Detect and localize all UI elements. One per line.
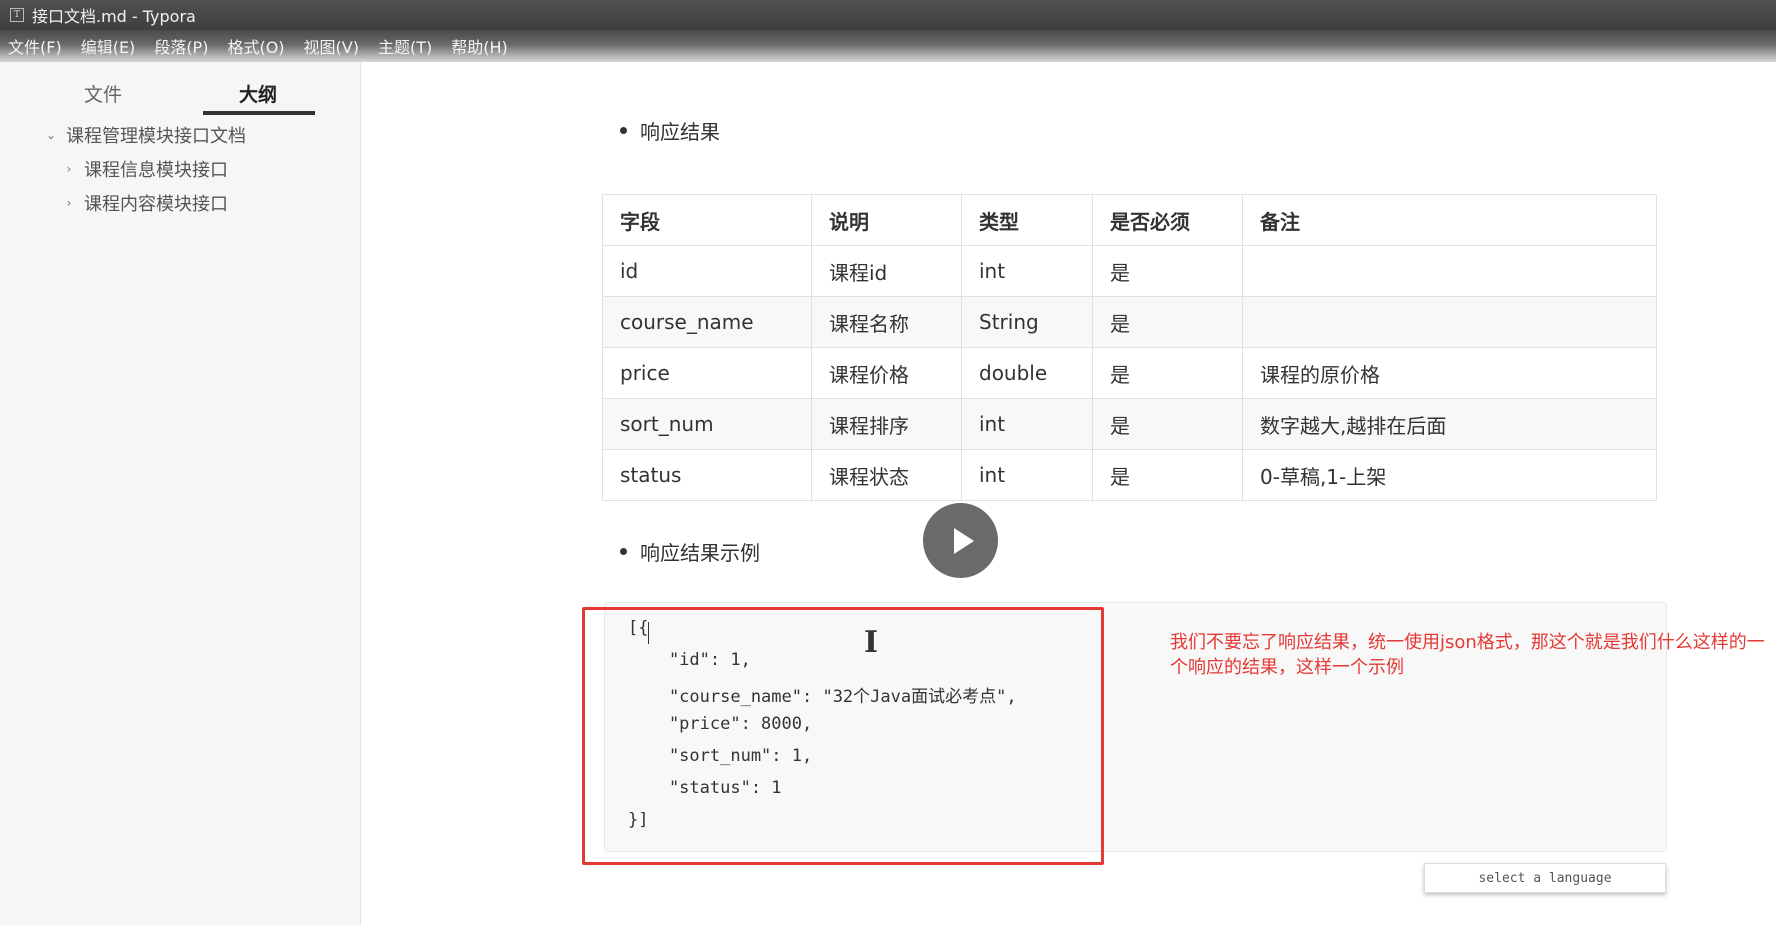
table-cell: 数字越大,越排在后面 (1242, 398, 1657, 450)
bullet-icon (620, 548, 627, 555)
table-cell: 是 (1092, 398, 1243, 450)
active-tab-indicator (203, 111, 315, 115)
table-header-cell: 是否必须 (1092, 194, 1243, 246)
play-icon (953, 527, 974, 554)
table-cell: course_name (602, 296, 812, 348)
outline-item-course-content[interactable]: › 课程内容模块接口 (62, 190, 228, 216)
outline-item-label: 课程管理模块接口文档 (66, 126, 246, 147)
menu-bar: 文件(F) 编辑(E) 段落(P) 格式(O) 视图(V) 主题(T) 帮助(H… (0, 30, 1776, 62)
ibeam-cursor-icon: I (864, 625, 879, 660)
table-row: id 课程id int 是 (602, 245, 1657, 297)
annotation-text: 我们不要忘了响应结果，统一使用json格式，那这个就是我们什么这样的一个响应的结… (1170, 632, 1765, 678)
play-button[interactable] (923, 503, 998, 578)
code-line: "status": 1 (628, 778, 782, 798)
table-cell: price (602, 347, 812, 399)
table-cell: 是 (1092, 347, 1243, 399)
outline-item-course-info[interactable]: › 课程信息模块接口 (62, 156, 228, 182)
table-cell: double (961, 347, 1093, 399)
response-fields-table: 字段 说明 类型 是否必须 备注 id 课程id int 是 course_na… (602, 194, 1657, 501)
tab-files[interactable]: 文件 (84, 80, 122, 107)
code-line: "price": 8000, (628, 714, 813, 734)
table-row: price 课程价格 double 是 课程的原价格 (602, 347, 1657, 399)
code-line: "course_name": "32个Java面试必考点", (628, 687, 1017, 707)
text-caret (648, 622, 649, 644)
table-header-cell: 说明 (811, 194, 962, 246)
table-header-row: 字段 说明 类型 是否必须 备注 (602, 194, 1657, 246)
table-row: course_name 课程名称 String 是 (602, 296, 1657, 348)
menu-theme[interactable]: 主题(T) (378, 34, 432, 58)
table-cell: 课程状态 (811, 449, 962, 501)
table-cell: 是 (1092, 449, 1243, 501)
menu-edit[interactable]: 编辑(E) (81, 34, 136, 58)
table-header-cell: 备注 (1242, 194, 1657, 246)
table-cell: sort_num (602, 398, 812, 450)
outline-item-label: 课程信息模块接口 (84, 160, 228, 181)
table-cell: 课程排序 (811, 398, 962, 450)
table-cell: int (961, 398, 1093, 450)
menu-paragraph[interactable]: 段落(P) (154, 34, 208, 58)
code-line: [{ (628, 618, 649, 638)
table-cell: 是 (1092, 296, 1243, 348)
table-row: sort_num 课程排序 int 是 数字越大,越排在后面 (602, 398, 1657, 450)
window-title: 接口文档.md - Typora (32, 7, 196, 26)
code-line: }] (628, 810, 649, 830)
table-cell: 课程价格 (811, 347, 962, 399)
chevron-right-icon[interactable]: › (62, 162, 76, 176)
chevron-down-icon[interactable]: ⌄ (44, 128, 58, 142)
menu-file[interactable]: 文件(F) (8, 34, 62, 58)
sidebar: 文件 大纲 ⌄ 课程管理模块接口文档 › 课程信息模块接口 › 课程内容模块接口 (0, 62, 361, 925)
table-cell (1242, 296, 1657, 348)
table-cell: String (961, 296, 1093, 348)
outline-item-label: 课程内容模块接口 (84, 194, 228, 215)
menu-view[interactable]: 视图(V) (304, 34, 359, 58)
outline-item-course-management[interactable]: ⌄ 课程管理模块接口文档 (44, 122, 246, 148)
table-cell: id (602, 245, 812, 297)
code-line: "id": 1, (628, 650, 751, 670)
table-header-cell: 类型 (961, 194, 1093, 246)
language-select[interactable]: select a language (1424, 863, 1666, 893)
table-cell (1242, 245, 1657, 297)
chevron-right-icon[interactable]: › (62, 196, 76, 210)
table-cell: 是 (1092, 245, 1243, 297)
list-item-response: 响应结果 (620, 116, 720, 145)
list-item-text: 响应结果 (640, 120, 720, 144)
table-cell: 课程id (811, 245, 962, 297)
code-line: "sort_num": 1, (628, 746, 813, 766)
sidebar-tabs: 文件 大纲 (0, 62, 360, 118)
bullet-icon (620, 127, 627, 134)
tab-outline[interactable]: 大纲 (239, 80, 277, 107)
table-cell: status (602, 449, 812, 501)
editor-content[interactable]: 响应结果 字段 说明 类型 是否必须 备注 id 课程id int 是 cour… (362, 62, 1776, 925)
table-cell: int (961, 245, 1093, 297)
list-item-text: 响应结果示例 (640, 541, 760, 565)
table-cell: int (961, 449, 1093, 501)
table-row: status 课程状态 int 是 0-草稿,1-上架 (602, 449, 1657, 501)
menu-help[interactable]: 帮助(H) (451, 34, 508, 58)
table-header-cell: 字段 (602, 194, 812, 246)
title-bar: T 接口文档.md - Typora (0, 0, 1776, 30)
table-cell: 0-草稿,1-上架 (1242, 449, 1657, 501)
menu-format[interactable]: 格式(O) (227, 34, 284, 58)
table-cell: 课程名称 (811, 296, 962, 348)
table-cell: 课程的原价格 (1242, 347, 1657, 399)
list-item-response-example: 响应结果示例 (620, 537, 760, 566)
typora-app-icon: T (10, 8, 24, 22)
